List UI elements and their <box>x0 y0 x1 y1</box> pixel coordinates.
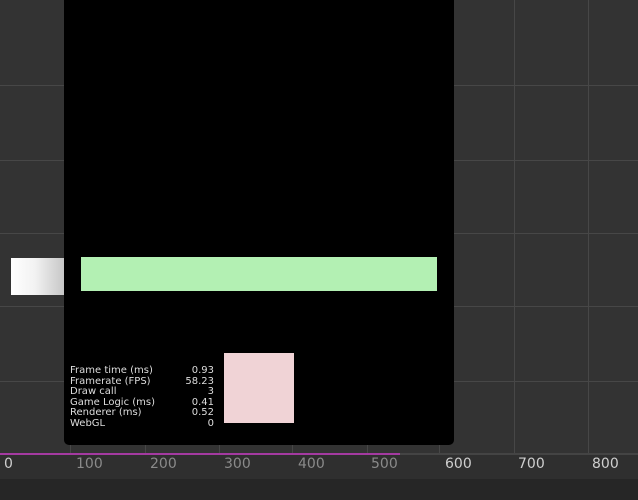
stat-row: Frame time (ms) 0.93 <box>70 365 214 377</box>
horizontal-ruler: 0 100 200 300 400 500 600 700 800 <box>0 453 638 500</box>
stat-value: 3 <box>207 386 214 397</box>
pink-sprite-node[interactable] <box>224 353 294 423</box>
ruler-tick-label: 200 <box>150 456 177 472</box>
ruler-tick-label: 700 <box>518 456 545 472</box>
green-sprite-node[interactable] <box>81 257 437 291</box>
stat-label: Frame time (ms) <box>70 365 153 376</box>
grid-line-vertical <box>514 0 515 455</box>
ruler-bottom-bar <box>0 479 638 500</box>
ruler-tick-label: 100 <box>76 456 103 472</box>
stat-row: WebGL 0 <box>70 417 214 430</box>
ruler-tick-label: 600 <box>445 456 472 472</box>
stat-label: Renderer (ms) <box>70 407 142 418</box>
ruler-tick-label: 800 <box>592 456 619 472</box>
grid-line-vertical <box>588 0 589 455</box>
ruler-tick-label: 400 <box>298 456 325 472</box>
white-sprite-node[interactable] <box>11 258 64 295</box>
ruler-tick-label: 300 <box>224 456 251 472</box>
ruler-x-axis-line <box>0 453 400 455</box>
stat-label: Draw call <box>70 386 117 397</box>
game-preview-canvas[interactable]: Frame time (ms) 0.93 Framerate (FPS) 58.23 D… <box>64 0 454 445</box>
stat-value: 0.52 <box>191 407 214 418</box>
profiler-stats-panel: Frame time (ms) 0.93 Framerate (FPS) 58.23 D… <box>70 365 214 430</box>
stat-value: 0 <box>207 417 214 429</box>
stat-row: Draw call 3 <box>70 386 214 398</box>
ruler-tick-label: 0 <box>4 456 13 472</box>
ruler-tick-label: 500 <box>371 456 398 472</box>
stat-value: 0.93 <box>191 365 214 376</box>
stat-row: Renderer (ms) 0.52 <box>70 407 214 419</box>
stat-label: WebGL <box>70 417 106 429</box>
